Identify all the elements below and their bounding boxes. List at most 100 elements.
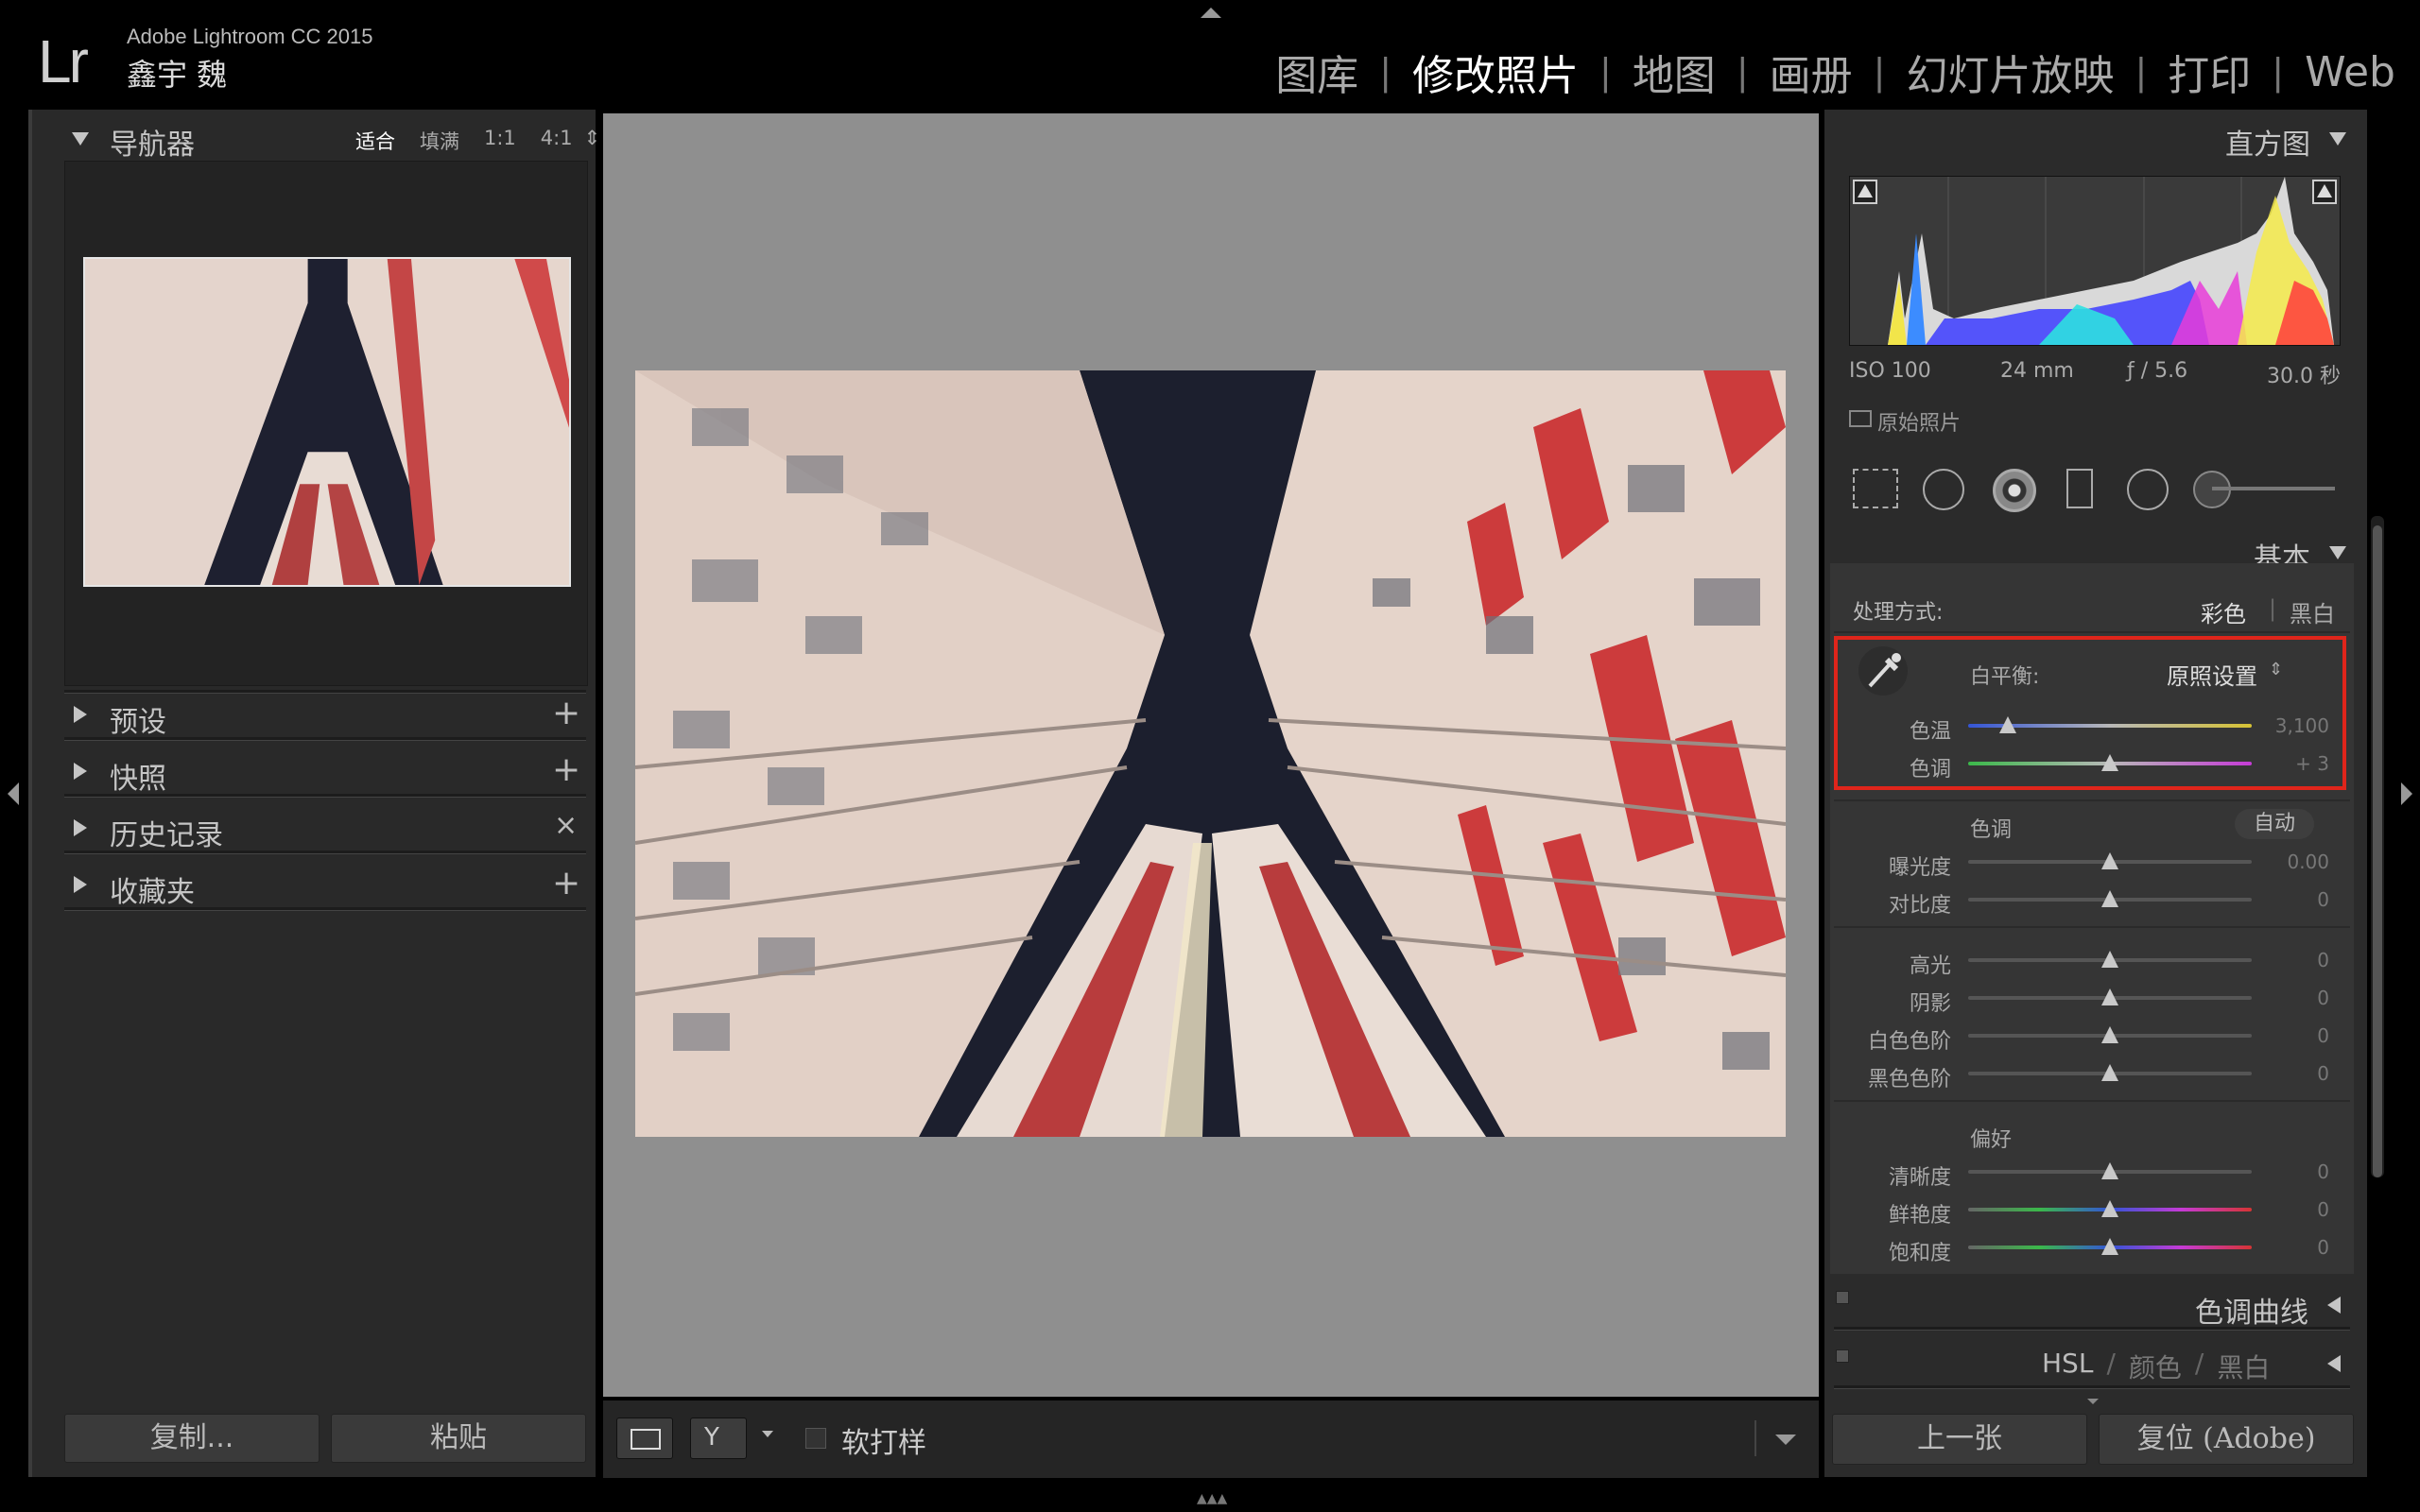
develop-tool-strip: [1834, 457, 2352, 525]
contrast-value[interactable]: 0: [2273, 888, 2329, 911]
exposure-value[interactable]: 0.00: [2273, 850, 2329, 873]
module-map[interactable]: 地图: [1612, 42, 1737, 102]
spot-removal-tool-icon[interactable]: [1923, 469, 1964, 510]
copy-settings-button[interactable]: 复制...: [64, 1414, 320, 1463]
tone-curve-expand-icon[interactable]: [2327, 1297, 2341, 1314]
zoom-menu-arrows-icon[interactable]: ⇕: [584, 127, 601, 155]
navigator-collapse-icon[interactable]: [72, 132, 89, 146]
collections-expand-icon[interactable]: [74, 876, 87, 893]
tone-curve-toggle[interactable]: [1836, 1291, 1849, 1304]
loupe-view-button[interactable]: [616, 1418, 673, 1459]
saturation-slider-thumb[interactable]: [2101, 1238, 2118, 1255]
treatment-color-option[interactable]: 彩色: [2201, 595, 2246, 628]
clarity-slider-thumb[interactable]: [2101, 1162, 2118, 1179]
tab-color[interactable]: 颜色: [2129, 1348, 2182, 1385]
collections-title: 收藏夹: [110, 876, 195, 909]
module-picker: 图库 | 修改照片 | 地图 | 画册 | 幻灯片放映 | 打印 | Web: [1254, 42, 2395, 102]
section-divider: [64, 907, 586, 911]
zoom-1-1[interactable]: 1:1: [484, 127, 516, 155]
navigator-thumbnail[interactable]: [83, 257, 571, 587]
module-slideshow[interactable]: 幻灯片放映: [1885, 42, 2135, 102]
graduated-filter-icon[interactable]: [2066, 469, 2093, 508]
zoom-fit[interactable]: 适合: [355, 127, 395, 155]
module-separator: |: [2272, 51, 2285, 93]
saturation-value[interactable]: 0: [2273, 1236, 2329, 1259]
clarity-value[interactable]: 0: [2273, 1160, 2329, 1183]
module-web[interactable]: Web: [2284, 48, 2395, 96]
radial-filter-icon[interactable]: [2127, 469, 2169, 510]
treatment-bw-option[interactable]: 黑白: [2290, 595, 2335, 628]
toolbar: [603, 1400, 1819, 1478]
snapshots-expand-icon[interactable]: [74, 763, 87, 780]
section-divider: [1834, 631, 2350, 633]
navigator-title: 导航器: [110, 129, 195, 162]
crop-tool-icon[interactable]: [1853, 469, 1898, 508]
scrollbar-thumb[interactable]: [2373, 525, 2382, 1177]
presets-expand-icon[interactable]: [74, 706, 87, 723]
clear-history-icon[interactable]: ×: [554, 809, 578, 842]
histogram[interactable]: [1849, 176, 2341, 346]
vibrance-label: 鲜艳度: [1888, 1204, 1951, 1228]
add-snapshot-icon[interactable]: +: [552, 750, 580, 789]
exposure-slider-thumb[interactable]: [2101, 852, 2118, 869]
blacks-slider-thumb[interactable]: [2101, 1064, 2118, 1081]
module-develop[interactable]: 修改照片: [1392, 42, 1599, 102]
highlight-clipping-toggle[interactable]: [2312, 180, 2337, 204]
presence-title: 偏好: [1970, 1128, 2013, 1152]
tone-curve-title[interactable]: 色调曲线: [2195, 1289, 2308, 1331]
before-after-view-button[interactable]: Y: [690, 1418, 747, 1459]
contrast-slider-thumb[interactable]: [2101, 890, 2118, 907]
red-eye-tool-icon[interactable]: [1993, 469, 2036, 512]
adjustment-brush-slider[interactable]: [2212, 487, 2335, 490]
blacks-label: 黑色色阶: [1867, 1068, 1951, 1091]
soft-proof-checkbox[interactable]: [805, 1428, 826, 1449]
previous-button[interactable]: 上一张: [1832, 1414, 2087, 1465]
collapse-bottom-grip-icon[interactable]: ▲▲▲: [1197, 1491, 1227, 1506]
reset-button[interactable]: 复位 (Adobe): [2099, 1414, 2354, 1465]
module-library[interactable]: 图库: [1254, 42, 1379, 102]
highlights-slider-thumb[interactable]: [2101, 951, 2118, 968]
exif-shutter: 30.0 秒: [2267, 365, 2341, 388]
tab-separator: /: [2194, 1348, 2204, 1379]
zoom-4-1[interactable]: 4:1: [541, 127, 573, 155]
history-expand-icon[interactable]: [74, 819, 87, 836]
blacks-value[interactable]: 0: [2273, 1062, 2329, 1085]
vibrance-slider-thumb[interactable]: [2101, 1200, 2118, 1217]
collapse-right-arrow-icon[interactable]: [2401, 782, 2412, 805]
clarity-label: 清晰度: [1888, 1166, 1951, 1190]
original-photo-checkbox[interactable]: [1849, 410, 1872, 427]
section-divider: [64, 737, 586, 741]
collapse-left-arrow-icon[interactable]: [8, 782, 19, 805]
vibrance-value[interactable]: 0: [2273, 1198, 2329, 1221]
snapshots-title: 快照: [110, 763, 166, 796]
main-photo[interactable]: [635, 370, 1786, 1137]
auto-tone-button[interactable]: 自动: [2235, 809, 2314, 839]
add-collection-icon[interactable]: +: [552, 864, 580, 902]
hsl-toggle[interactable]: [1836, 1349, 1849, 1363]
tab-hsl[interactable]: HSL: [2042, 1348, 2093, 1385]
whites-slider-thumb[interactable]: [2101, 1026, 2118, 1043]
whites-value[interactable]: 0: [2273, 1024, 2329, 1047]
basic-panel-collapse-icon[interactable]: [2329, 546, 2346, 559]
tab-bw[interactable]: 黑白: [2217, 1348, 2270, 1385]
toolbar-content-menu-icon[interactable]: [1775, 1435, 1796, 1445]
section-divider: [1834, 1385, 2350, 1389]
saturation-label: 饱和度: [1888, 1242, 1951, 1265]
zoom-fill[interactable]: 填满: [420, 127, 459, 155]
histogram-collapse-icon[interactable]: [2329, 132, 2346, 146]
panel-end-marker-icon: [2087, 1399, 2099, 1404]
add-preset-icon[interactable]: +: [552, 694, 580, 732]
navigator-zoom-options: 适合 填满 1:1 4:1 ⇕: [355, 127, 600, 155]
histogram-title: 直方图: [2225, 129, 2310, 162]
highlights-value[interactable]: 0: [2273, 949, 2329, 971]
paste-settings-button[interactable]: 粘贴: [331, 1414, 586, 1463]
shadow-clipping-toggle[interactable]: [1853, 180, 1877, 204]
view-mode-dropdown-icon[interactable]: [762, 1431, 773, 1437]
module-book[interactable]: 画册: [1749, 42, 1874, 102]
hsl-expand-icon[interactable]: [2327, 1355, 2341, 1372]
module-print[interactable]: 打印: [2147, 42, 2272, 102]
shadows-value[interactable]: 0: [2273, 987, 2329, 1009]
shadows-slider-thumb[interactable]: [2101, 988, 2118, 1005]
collapse-top-arrow-icon[interactable]: [1201, 8, 1221, 18]
section-divider: [64, 690, 586, 694]
